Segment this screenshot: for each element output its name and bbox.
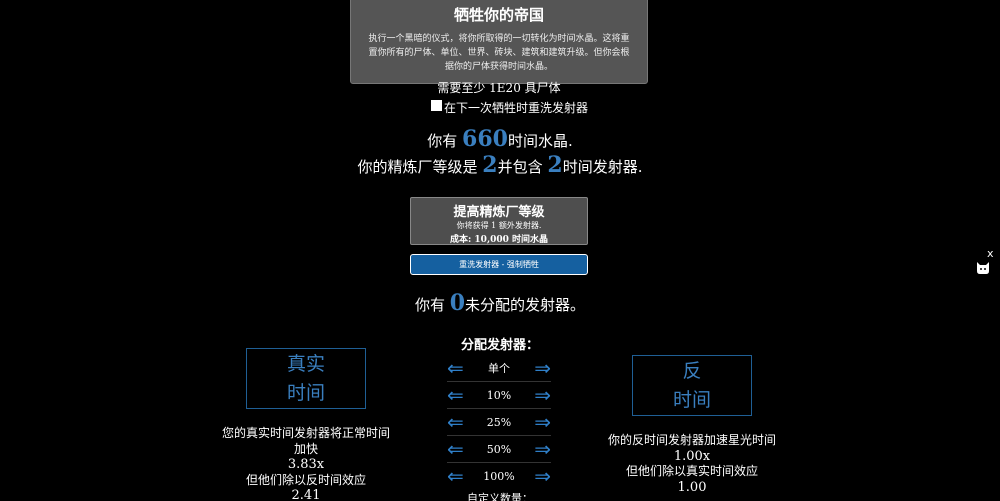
real-time-info: 您的真实时间发射器将正常时间 加快 3.83x 但他们除以反时间效应 2.41 [206,426,406,501]
anti-time-label-2: 时间 [672,389,711,411]
refinery-middle: 并包含 [497,158,543,176]
allocate-left-arrow-icon[interactable]: ⇐ [447,358,464,378]
anti-time-info: 你的反时间发射器加速星光时间 1.00x 但他们除以真实时间效应 1.00 [592,433,792,495]
allocate-right-arrow-icon[interactable]: ⇒ [534,385,551,405]
allocate-label: 25% [486,415,512,429]
close-icon[interactable]: x [987,247,994,260]
real-time-divisor: 2.41 [291,488,321,501]
upgrade-gain: 你将获得 1 额外发射器. [456,221,542,230]
unassigned-prefix: 你有 [414,296,445,314]
allocate-row-25: ⇐ 25% ⇒ [447,412,551,432]
allocate-divider [447,408,551,409]
crystals-suffix: 时间水晶. [507,132,573,150]
crystals-prefix: 你有 [427,132,458,150]
unassigned-suffix: 未分配的发射器。 [465,296,586,314]
allocate-divider [447,462,551,463]
real-time-multiplier: 3.83x [287,457,325,472]
upgrade-refinery-button[interactable]: 提高精炼厂等级 你将获得 1 额外发射器. 成本: 10,000 时间水晶 [410,197,588,245]
refinery-level: 2 [482,152,498,178]
allocate-row-100: ⇐ 100% ⇒ [447,466,551,486]
allocate-left-arrow-icon[interactable]: ⇐ [447,412,464,432]
refinery-suffix: 时间发射器. [562,158,643,176]
anti-time-generator-button[interactable]: 反 时间 [632,355,752,416]
allocate-custom-label: 自定义数量： [467,492,533,501]
unassigned-value: 0 [449,290,466,316]
allocate-right-arrow-icon[interactable]: ⇒ [534,466,551,486]
anti-time-multiplier: 1.00x [673,448,711,464]
allocate-right-arrow-icon[interactable]: ⇒ [534,358,551,378]
anti-time-desc-2: 但他们除以真实时间效应 [625,464,758,478]
crystals-value: 660 [462,126,508,152]
crystals-line: 你有 660时间水晶. [0,126,1000,152]
real-time-desc-3: 但他们除以反时间效应 [245,472,366,487]
real-time-label-2: 时间 [286,382,325,404]
allocate-right-arrow-icon[interactable]: ⇒ [534,412,551,432]
allocate-left-arrow-icon[interactable]: ⇐ [447,439,464,459]
allocate-left-arrow-icon[interactable]: ⇐ [447,385,464,405]
anti-time-divisor: 1.00 [677,479,707,495]
real-time-label-1: 真实 [286,353,325,375]
respec-checkbox-row: 在下一次牺牲时重洗发射器 [431,99,588,116]
real-time-desc-2: 加快 [293,441,318,456]
allocate-label: 10% [486,388,512,402]
allocate-right-arrow-icon[interactable]: ⇒ [534,439,551,459]
upgrade-cost: 成本: 10,000 时间水晶 [449,235,549,245]
allocate-label: 单个 [488,362,510,375]
allocate-row-50: ⇐ 50% ⇒ [447,439,551,459]
real-time-generator-button[interactable]: 真实 时间 [246,348,366,409]
respec-force-sacrifice-button[interactable]: 重洗发射器 - 强制牺牲 [410,254,588,275]
allocate-divider [447,381,551,382]
allocate-title: 分配发射器： [460,338,539,353]
refinery-prefix: 你的精炼厂等级是 [357,158,478,176]
sacrifice-title: 牺牲你的帝国 [453,6,544,24]
allocate-row-single: ⇐ 单个 ⇒ [447,358,551,378]
unassigned-emitters-line: 你有 0未分配的发射器。 [0,290,1000,316]
sacrifice-empire-button[interactable]: 牺牲你的帝国 执行一个黑暗的仪式，将你所取得的一切转化为时间水晶。这将重置你所有… [350,0,648,95]
refinery-line: 你的精炼厂等级是 2并包含 2时间发射器. [0,152,1000,178]
cat-icon[interactable] [976,261,990,275]
allocate-row-10: ⇐ 10% ⇒ [447,385,551,405]
allocate-label: 50% [486,442,512,456]
upgrade-title: 提高精炼厂等级 [453,205,545,220]
allocate-divider [447,435,551,436]
real-time-desc-1: 您的真实时间发射器将正常时间 [221,426,390,440]
refinery-emitters: 2 [547,152,563,178]
sacrifice-requirement: 需要至少 1E20 具尸体 [437,81,561,95]
anti-time-label-1: 反 [682,360,702,382]
sacrifice-description: 执行一个黑暗的仪式，将你所取得的一切转化为时间水晶。这将重置你所有的尸体、单位、… [368,34,630,72]
allocate-label: 100% [483,469,515,483]
anti-time-desc-1: 你的反时间发射器加速星光时间 [607,433,776,447]
respec-checkbox[interactable] [431,100,442,111]
allocate-left-arrow-icon[interactable]: ⇐ [447,466,464,486]
respec-checkbox-label: 在下一次牺牲时重洗发射器 [444,101,589,115]
